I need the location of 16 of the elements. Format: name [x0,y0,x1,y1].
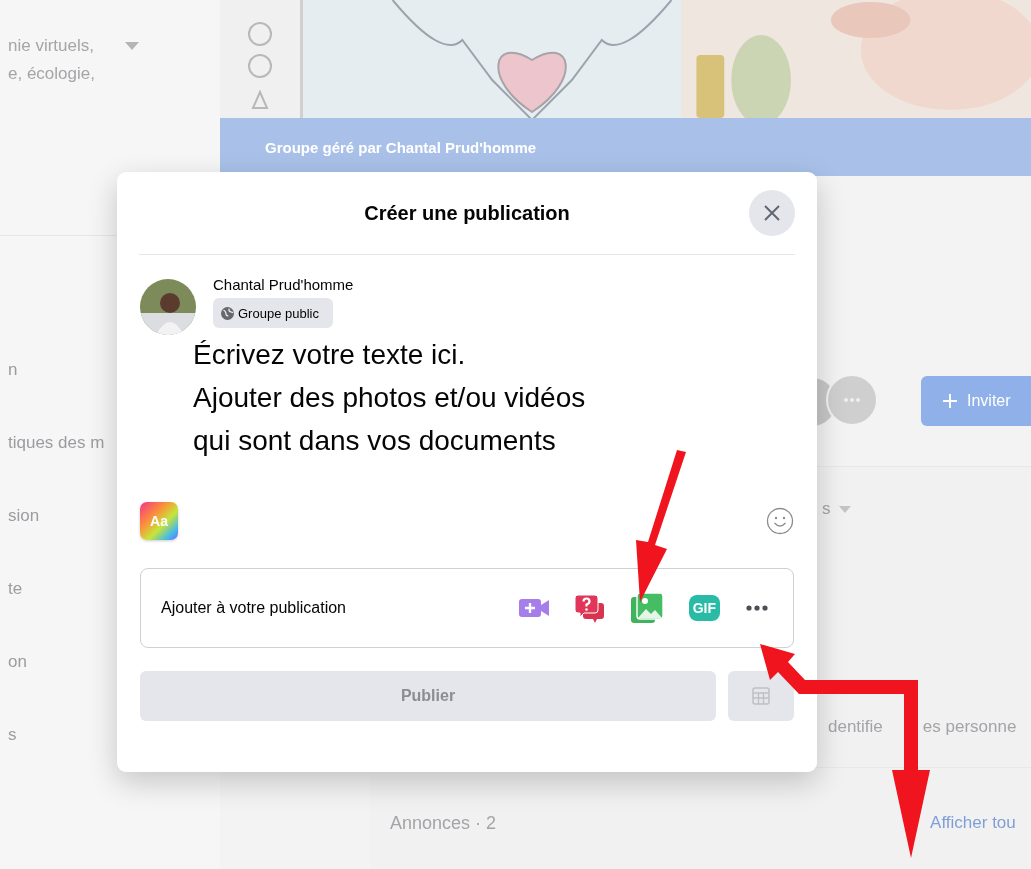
dialog-title: Créer une publication [364,201,570,225]
gif-button[interactable]: GIF [688,595,720,621]
banner-caption: Groupe géré par Chantal Prud'homme [265,138,537,156]
announcements-title: Annonces · 2 [390,812,497,834]
text-style-button[interactable]: Aa [140,502,178,540]
audience-button[interactable]: Groupe public [213,298,333,328]
group-description: e, écologie, [8,63,95,85]
invite-button[interactable]: Inviter [921,376,1031,426]
tag-hint-text: dentifie [828,717,883,737]
author-name: Chantal Prud'homme [213,276,354,293]
see-all-link[interactable]: Afficher tou [930,813,1016,833]
post-text-field[interactable]: Écrivez votre texte ici. Ajouter des photos et/ou vidéos qui sont dans vos documents [193,333,794,462]
filter-label[interactable]: s [822,499,831,519]
tag-hint-text: es personne [922,717,1017,737]
group-description: nie virtuels, [8,35,95,57]
add-to-post-label: Ajouter à votre publication [161,599,346,617]
